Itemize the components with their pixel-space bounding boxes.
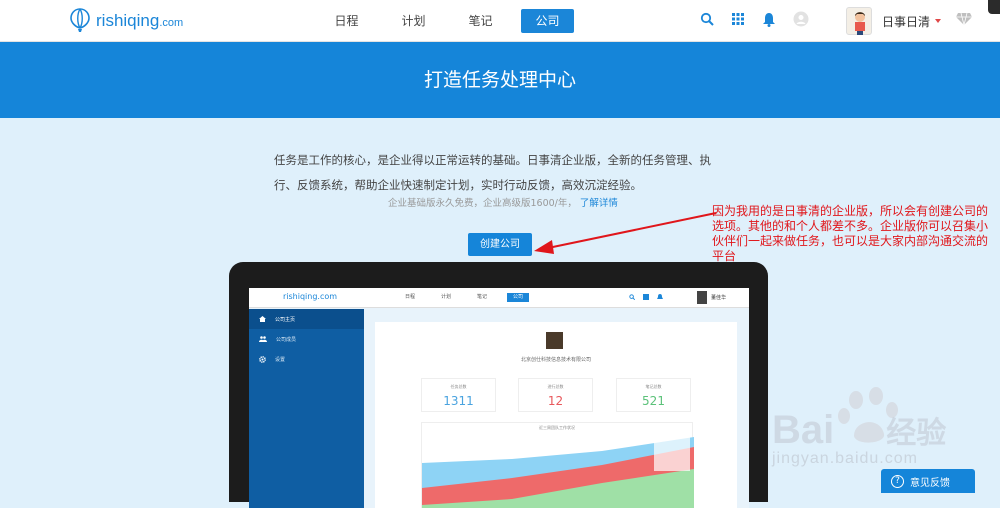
stat-label: 进行总数 bbox=[547, 384, 564, 389]
feedback-label: 意见反馈 bbox=[910, 477, 950, 489]
mini-search-icon bbox=[629, 294, 635, 300]
search-icon[interactable] bbox=[700, 12, 714, 26]
mini-chart-title: 近三周团队工作状况 bbox=[539, 425, 575, 430]
user-circle-icon[interactable] bbox=[793, 11, 809, 27]
feedback-button[interactable]: ? 意见反馈 bbox=[881, 469, 975, 493]
mini-navbar: rishiqing.com 日程 计划 笔记 公司 董佳华 bbox=[249, 288, 749, 308]
brand-name: rishiqing.com bbox=[96, 11, 184, 30]
mini-user-name: 董佳华 bbox=[711, 295, 727, 301]
mini-tabs: 日程 计划 笔记 公司 bbox=[399, 293, 529, 302]
user-name: 日事日清 bbox=[882, 14, 931, 29]
create-company-button[interactable]: 创建公司 bbox=[468, 233, 532, 256]
avatar bbox=[846, 7, 872, 35]
mini-avatar bbox=[697, 291, 707, 304]
baidu-jingyan-watermark: Bai 经验 jingyan.baidu.com bbox=[772, 386, 992, 472]
mini-tab-company: 公司 bbox=[507, 293, 529, 302]
stat-value: 521 bbox=[642, 394, 665, 408]
user-menu[interactable]: 日事日清 bbox=[846, 7, 942, 35]
gear-icon bbox=[259, 355, 266, 363]
main-tabs: 日程 计划 笔记 公司 bbox=[320, 9, 588, 33]
hero-title: 打造任务处理中心 bbox=[423, 69, 576, 91]
mini-sidebar-item-members: 公司成员 bbox=[249, 329, 364, 349]
home-icon bbox=[259, 316, 266, 322]
mini-bell-icon bbox=[657, 294, 663, 299]
laptop-mockup: rishiqing.com 日程 计划 笔记 公司 董佳华 公司主页 公司成员 … bbox=[229, 262, 768, 508]
annotation-text: 因为我用的是日事清的企业版，所以会有创建公司的选项。其他的和个人都差不多。企业版… bbox=[712, 204, 989, 263]
members-icon bbox=[259, 336, 267, 342]
mini-sidebar-label: 公司成员 bbox=[276, 336, 297, 343]
tab-company[interactable]: 公司 bbox=[521, 9, 574, 33]
tab-notes[interactable]: 笔记 bbox=[454, 9, 507, 33]
stat-card-ongoing: 进行总数 12 bbox=[518, 378, 593, 412]
company-name: 北京创仕科技信息技术有限公司 bbox=[520, 357, 591, 363]
mini-tab-notes: 笔记 bbox=[476, 294, 487, 300]
hero-banner: 打造任务处理中心 bbox=[0, 42, 1000, 118]
stat-label: 任务总数 bbox=[450, 384, 467, 389]
mini-toolbar-icons bbox=[629, 294, 663, 300]
pricing-text: 企业基础版永久免费，企业高级版1600/年， bbox=[388, 198, 577, 209]
watermark-url: jingyan.baidu.com bbox=[772, 450, 918, 467]
mini-brand: rishiqing.com bbox=[283, 292, 338, 301]
company-logo bbox=[546, 332, 563, 349]
pricing-note: 企业基础版永久免费，企业高级版1600/年， 了解详情 bbox=[388, 195, 618, 209]
mini-user: 董佳华 bbox=[697, 291, 726, 304]
tab-schedule[interactable]: 日程 bbox=[320, 9, 373, 33]
mini-tab-schedule: 日程 bbox=[404, 294, 415, 300]
stat-card-notes: 笔记总数 521 bbox=[616, 378, 691, 412]
logo[interactable]: rishiqing.com bbox=[70, 8, 183, 34]
diamond-icon[interactable] bbox=[955, 12, 973, 26]
mini-sidebar-label: 公司主页 bbox=[275, 316, 296, 323]
mini-sidebar-label: 设置 bbox=[275, 356, 286, 363]
stat-card-tasks: 任务总数 1311 bbox=[421, 378, 496, 412]
balloon-logo-icon bbox=[70, 8, 90, 32]
mini-main-panel: 北京创仕科技信息技术有限公司 任务总数 1311 进行总数 12 笔记总数 52… bbox=[375, 322, 737, 508]
details-link[interactable]: 了解详情 bbox=[580, 198, 618, 209]
stat-value: 12 bbox=[547, 394, 564, 408]
mini-chart-areas bbox=[422, 437, 694, 508]
mini-sidebar-item-settings: 设置 bbox=[249, 349, 364, 369]
top-navbar: rishiqing.com 日程 计划 笔记 公司 日事日清 bbox=[0, 0, 1000, 42]
laptop-screen: rishiqing.com 日程 计划 笔记 公司 董佳华 公司主页 公司成员 … bbox=[249, 288, 749, 508]
watermark-brand: Bai 经验 bbox=[772, 408, 947, 452]
mini-sidebar: 公司主页 公司成员 设置 bbox=[249, 309, 364, 508]
annotation-arrow bbox=[534, 212, 717, 254]
mini-tab-plan: 计划 bbox=[440, 294, 451, 300]
bell-icon[interactable] bbox=[762, 12, 776, 27]
mini-grid-icon bbox=[643, 294, 649, 300]
toolbar-icons bbox=[700, 11, 809, 27]
stat-value: 1311 bbox=[443, 394, 474, 408]
stat-label: 笔记总数 bbox=[645, 384, 662, 389]
intro-text: 任务是工作的核心，是企业得以正常运转的基础。日事清企业版，全新的任务管理、执行、… bbox=[274, 153, 711, 192]
window-corner bbox=[988, 0, 1000, 14]
chevron-down-icon bbox=[935, 19, 942, 23]
apps-grid-icon[interactable] bbox=[731, 12, 745, 26]
tab-plan[interactable]: 计划 bbox=[387, 9, 440, 33]
mini-area-chart: 近三周团队工作状况 bbox=[421, 422, 694, 508]
question-icon: ? bbox=[891, 474, 904, 488]
mini-sidebar-item-home: 公司主页 bbox=[249, 309, 364, 329]
